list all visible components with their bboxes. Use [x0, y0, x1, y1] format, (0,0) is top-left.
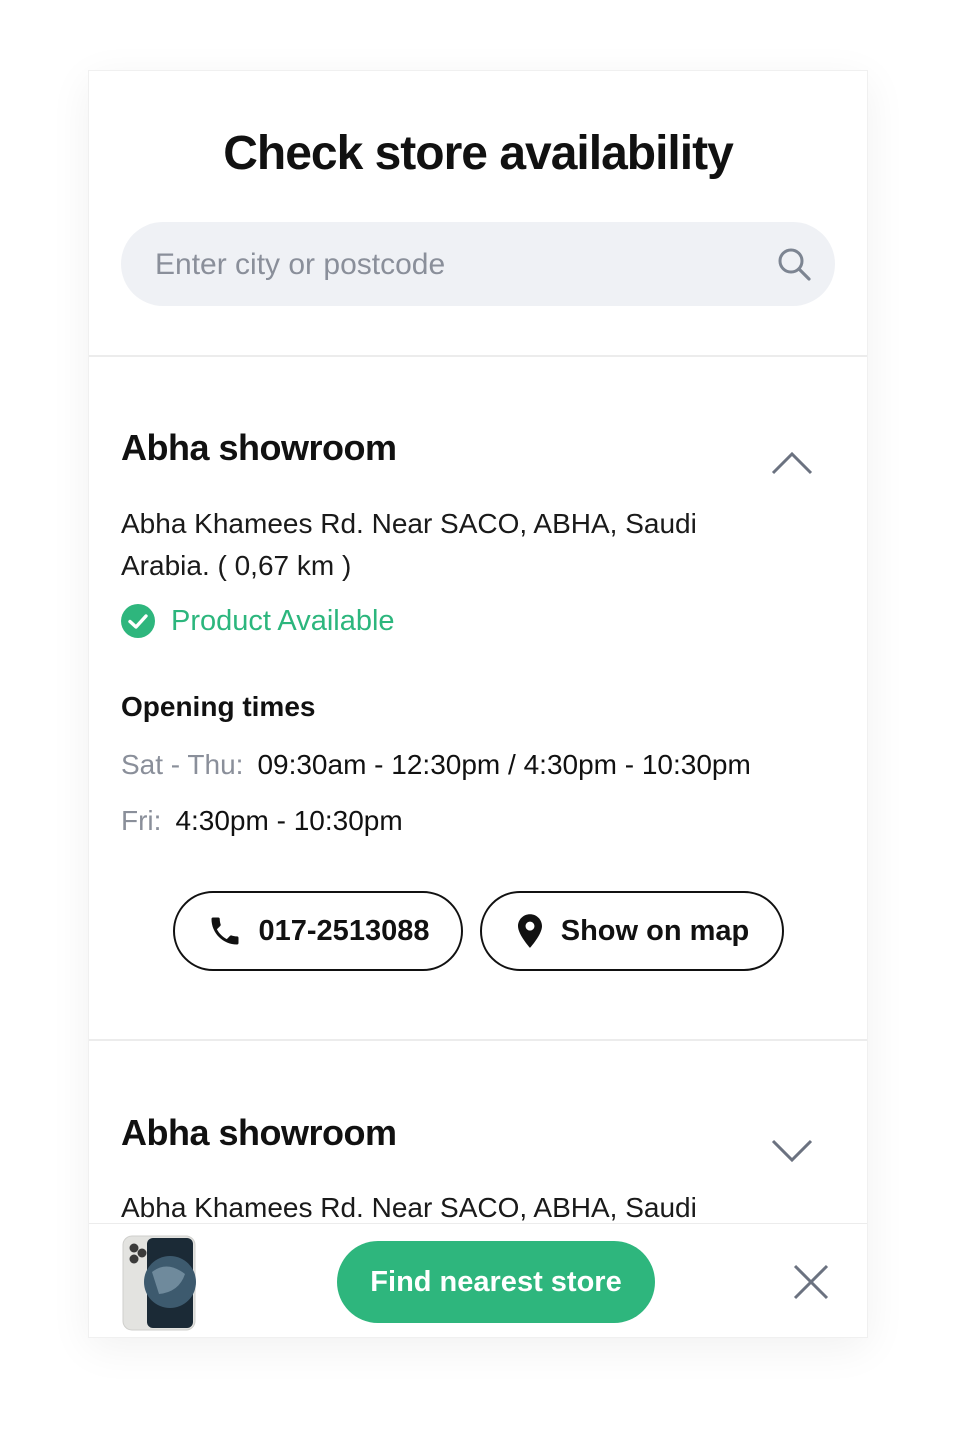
close-icon[interactable] — [791, 1262, 831, 1302]
opening-times-heading: Opening times — [121, 691, 316, 722]
bottom-bar: Find nearest store — [89, 1223, 867, 1337]
show-on-map-label: Show on map — [560, 914, 750, 947]
store-availability-panel: Check store availability Abha showroom A… — [88, 70, 868, 1338]
check-circle-icon — [121, 604, 155, 638]
divider — [89, 1039, 867, 1041]
hours-row: Sat - Thu: 09:30am - 12:30pm / 4:30pm - … — [121, 749, 751, 781]
search-input[interactable] — [153, 222, 757, 308]
availability-text: Product Available — [171, 604, 395, 637]
chevron-down-icon[interactable] — [769, 1135, 815, 1167]
show-on-map-button[interactable]: Show on map — [480, 891, 784, 971]
phone-icon — [211, 917, 239, 945]
product-thumbnail — [122, 1235, 196, 1331]
search-box[interactable] — [121, 222, 835, 308]
store-name: Abha showroom — [121, 1112, 397, 1153]
phone-number: 017-2513088 — [258, 914, 430, 947]
store-address: Abha Khamees Rd. Near SACO, ABHA, Saudi … — [121, 508, 697, 581]
hours-label: Fri: — [121, 805, 162, 836]
call-button[interactable]: 017-2513088 — [173, 891, 463, 971]
divider — [89, 355, 867, 357]
search-icon[interactable] — [775, 245, 813, 283]
availability-status: Product Available — [121, 601, 395, 641]
map-pin-icon — [517, 914, 542, 948]
chevron-up-icon[interactable] — [769, 447, 815, 479]
hours-value: 09:30am - 12:30pm / 4:30pm - 10:30pm — [257, 749, 751, 780]
hours-row: Fri: 4:30pm - 10:30pm — [121, 805, 403, 837]
find-nearest-store-button[interactable]: Find nearest store — [337, 1241, 655, 1323]
page-title: Check store availability — [223, 127, 734, 180]
hours-label: Sat - Thu: — [121, 749, 244, 780]
hours-value: 4:30pm - 10:30pm — [175, 805, 403, 836]
store-name: Abha showroom — [121, 427, 397, 468]
